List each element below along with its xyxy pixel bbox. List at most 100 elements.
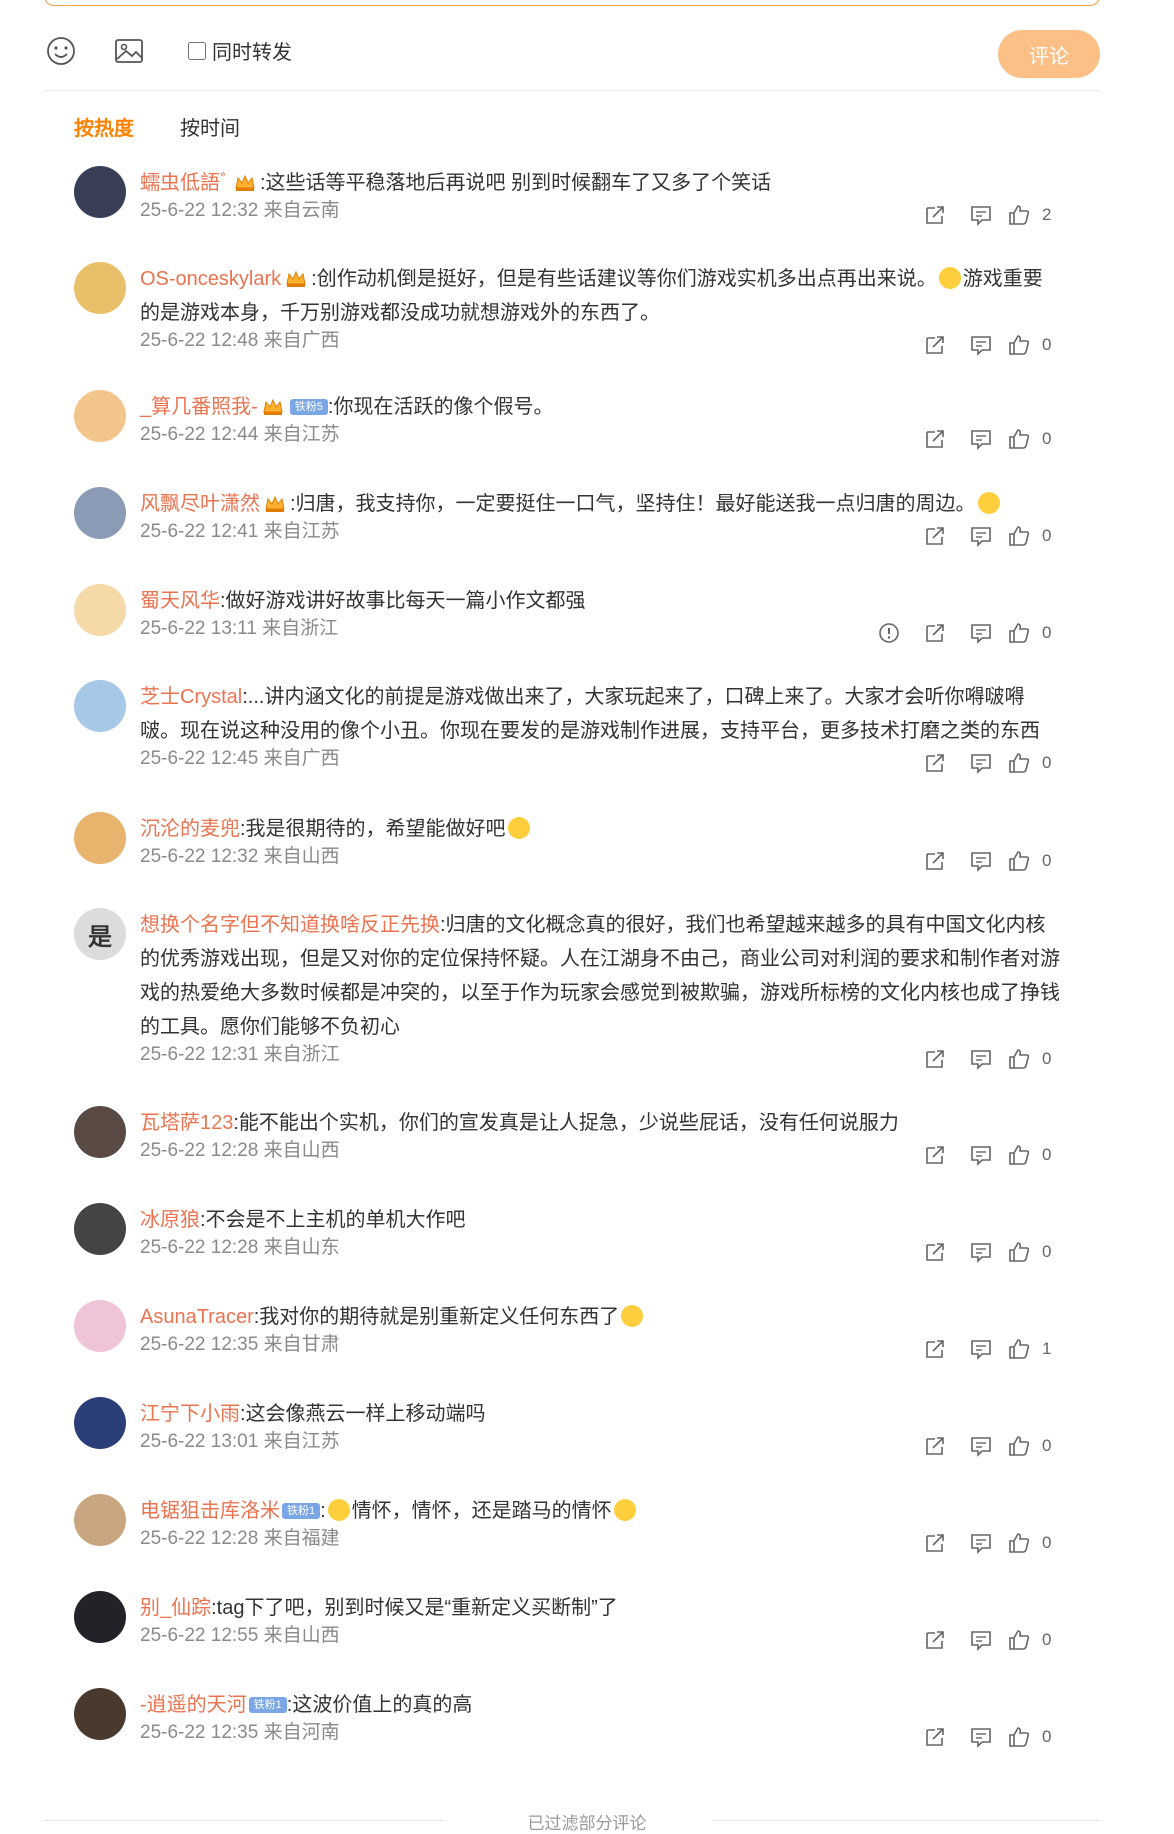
comment-text: 蜀天风华:做好游戏讲好故事比每天一篇小作文都强 (140, 584, 1060, 618)
username-link[interactable]: 沉沦的麦兜 (140, 818, 240, 840)
comment-text: -逍遥的天河 铁粉1:这波价值上的真的高 (140, 1688, 1060, 1722)
reply-icon[interactable] (958, 1046, 1004, 1072)
avatar[interactable] (74, 1203, 126, 1255)
like-button[interactable]: 0 (1004, 1724, 1060, 1750)
like-button[interactable]: 0 (1004, 1142, 1060, 1168)
username-link[interactable]: -逍遥的天河 (140, 1694, 247, 1716)
like-button[interactable]: 1 (1004, 1336, 1060, 1362)
reply-icon[interactable] (958, 1239, 1004, 1265)
share-icon[interactable] (912, 332, 958, 358)
filtered-note: 已过滤部分评论 (527, 1814, 647, 1833)
like-button[interactable]: 0 (1004, 332, 1060, 358)
comment-input[interactable] (44, 0, 1100, 6)
username-link[interactable]: 芝士Crystal (140, 686, 242, 708)
like-button[interactable]: 0 (1004, 1433, 1060, 1459)
share-icon[interactable] (912, 202, 958, 228)
username-link[interactable]: 想换个名字但不知道换啥反正先换 (140, 914, 440, 936)
tab-sort-by-hot[interactable]: 按热度 (74, 112, 134, 141)
reply-icon[interactable] (958, 1336, 1004, 1362)
like-button[interactable]: 0 (1004, 1239, 1060, 1265)
submit-comment-button[interactable]: 评论 (998, 30, 1100, 78)
like-button[interactable]: 0 (1004, 1627, 1060, 1653)
comment-actions: 0 (912, 1046, 1060, 1072)
comment-content: :不会是不上主机的单机大作吧 (200, 1209, 466, 1231)
username-link[interactable]: 江宁下小雨 (140, 1403, 240, 1425)
like-button[interactable]: 2 (1004, 202, 1060, 228)
like-button[interactable]: 0 (1004, 1046, 1060, 1072)
reply-icon[interactable] (958, 1433, 1004, 1459)
share-icon[interactable] (912, 620, 958, 646)
comment-actions: 0 (912, 1724, 1060, 1750)
like-count: 0 (1042, 1727, 1052, 1746)
reply-icon[interactable] (958, 332, 1004, 358)
share-icon[interactable] (912, 1724, 958, 1750)
avatar[interactable] (74, 487, 126, 539)
username-link[interactable]: 风飘尽叶潇然 (140, 493, 260, 515)
emoji-icon[interactable] (44, 34, 78, 68)
like-button[interactable]: 0 (1004, 523, 1060, 549)
username-link[interactable]: AsunaTracer (140, 1306, 254, 1328)
comment-actions: 0 (912, 750, 1060, 776)
username-link[interactable]: 蠕虫低語ﾞ (140, 172, 230, 194)
image-icon[interactable] (112, 34, 146, 68)
username-link[interactable]: 冰原狼 (140, 1209, 200, 1231)
like-button[interactable]: 0 (1004, 1530, 1060, 1556)
comment-content: :我是很期待的，希望能做好吧 (240, 818, 506, 840)
like-button[interactable]: 0 (1004, 620, 1060, 646)
reply-icon[interactable] (958, 620, 1004, 646)
share-icon[interactable] (912, 1142, 958, 1168)
avatar[interactable] (74, 166, 126, 218)
repost-check-input[interactable] (188, 41, 206, 60)
avatar[interactable] (74, 812, 126, 864)
username-link[interactable]: 别_仙踪 (140, 1597, 211, 1619)
avatar[interactable] (74, 1397, 126, 1449)
share-icon[interactable] (912, 523, 958, 549)
thumbs-up-icon (1004, 426, 1034, 452)
username-link[interactable]: _算几番照我- (140, 396, 258, 418)
avatar[interactable] (74, 1591, 126, 1643)
tab-sort-by-time[interactable]: 按时间 (180, 112, 240, 141)
reply-icon[interactable] (958, 1724, 1004, 1750)
reply-icon[interactable] (958, 426, 1004, 452)
vip-crown-icon (286, 270, 306, 287)
report-icon[interactable] (866, 620, 912, 646)
repost-checkbox[interactable]: 同时转发 (188, 36, 292, 65)
username-link[interactable]: OS-onceskylark (140, 268, 281, 290)
share-icon[interactable] (912, 1336, 958, 1362)
avatar[interactable] (74, 680, 126, 732)
share-icon[interactable] (912, 426, 958, 452)
composer-toolbar: 同时转发 评论 (44, 30, 1100, 86)
like-button[interactable]: 0 (1004, 750, 1060, 776)
avatar[interactable] (74, 1106, 126, 1158)
avatar[interactable] (74, 584, 126, 636)
reply-icon[interactable] (958, 750, 1004, 776)
share-icon[interactable] (912, 1530, 958, 1556)
username-link[interactable]: 瓦塔萨123 (140, 1112, 233, 1134)
thumbs-up-icon (1004, 1433, 1034, 1459)
share-icon[interactable] (912, 1046, 958, 1072)
share-icon[interactable] (912, 750, 958, 776)
share-icon[interactable] (912, 1239, 958, 1265)
reply-icon[interactable] (958, 1530, 1004, 1556)
avatar[interactable] (74, 262, 126, 314)
reply-icon[interactable] (958, 1627, 1004, 1653)
share-icon[interactable] (912, 848, 958, 874)
comment-text: OS-onceskylark:创作动机倒是挺好，但是有些话建议等你们游戏实机多出… (140, 262, 1060, 330)
like-button[interactable]: 0 (1004, 848, 1060, 874)
reply-icon[interactable] (958, 848, 1004, 874)
username-link[interactable]: 蜀天风华 (140, 590, 220, 612)
username-link[interactable]: 电锯狙击库洛米 (140, 1500, 280, 1522)
reply-icon[interactable] (958, 523, 1004, 549)
avatar[interactable]: 是 (74, 908, 126, 960)
like-count: 0 (1042, 851, 1052, 870)
like-count: 0 (1042, 335, 1052, 354)
avatar[interactable] (74, 1688, 126, 1740)
share-icon[interactable] (912, 1433, 958, 1459)
reply-icon[interactable] (958, 202, 1004, 228)
avatar[interactable] (74, 1494, 126, 1546)
reply-icon[interactable] (958, 1142, 1004, 1168)
avatar[interactable] (74, 1300, 126, 1352)
avatar[interactable] (74, 390, 126, 442)
like-button[interactable]: 0 (1004, 426, 1060, 452)
share-icon[interactable] (912, 1627, 958, 1653)
